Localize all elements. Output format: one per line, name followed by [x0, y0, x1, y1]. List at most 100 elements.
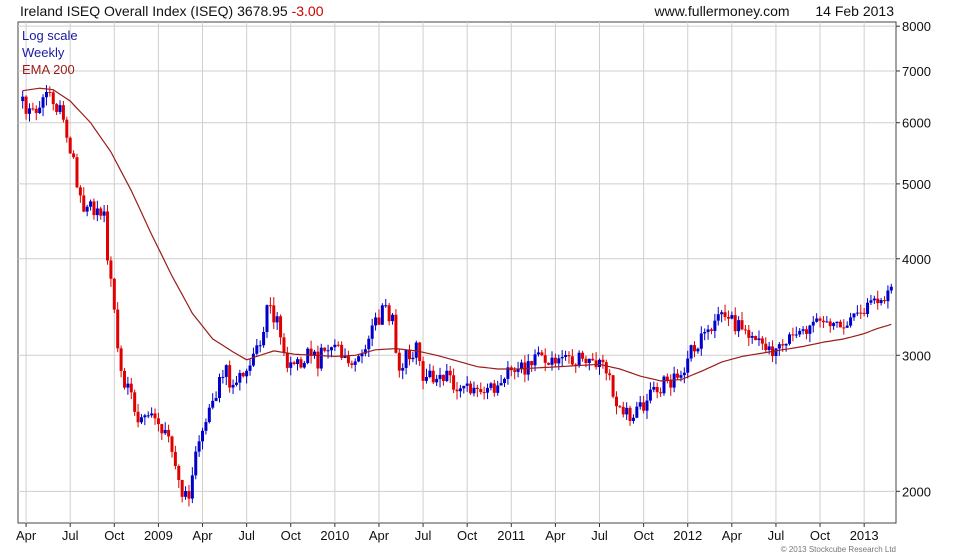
- candle-body: [631, 417, 635, 421]
- candle-body: [224, 365, 228, 377]
- candle-body: [760, 338, 764, 344]
- legend-log-scale: Log scale: [22, 28, 78, 43]
- candle-body: [618, 406, 622, 408]
- candle-body: [614, 396, 618, 407]
- candle-body: [587, 358, 591, 363]
- candle-body: [628, 407, 632, 421]
- candle-body: [655, 386, 659, 393]
- candle-body: [832, 323, 836, 327]
- candle-body: [533, 354, 537, 366]
- candle-body: [173, 451, 177, 466]
- x-tick-label: Apr: [722, 528, 743, 543]
- candle-body: [102, 211, 106, 216]
- candle-body: [82, 195, 86, 212]
- candle-body: [540, 352, 544, 356]
- candle-body: [513, 370, 517, 372]
- candle-body: [519, 362, 523, 370]
- candle-body: [743, 329, 747, 331]
- candle-body: [238, 373, 242, 383]
- candle-body: [550, 357, 554, 365]
- candle-body: [407, 349, 411, 360]
- candle-body: [441, 374, 445, 381]
- candle-body: [329, 347, 333, 351]
- candle-body: [693, 345, 697, 352]
- candle-body: [374, 317, 378, 326]
- candle-body: [713, 320, 717, 331]
- candle-body: [788, 334, 792, 344]
- candle-body: [723, 312, 727, 317]
- candle-body: [68, 137, 72, 154]
- candle-body: [61, 105, 65, 120]
- x-tick-label: 2012: [673, 528, 702, 543]
- candle-body: [801, 329, 805, 331]
- candle-body: [21, 96, 25, 102]
- candle-body: [611, 375, 615, 397]
- candle-body: [231, 384, 235, 388]
- candle-body: [560, 356, 564, 359]
- candle-body: [645, 400, 649, 411]
- candle-body: [197, 441, 201, 452]
- candle-body: [51, 92, 55, 105]
- candle-body: [411, 357, 415, 360]
- candle-body: [27, 108, 31, 114]
- candle-body: [414, 342, 418, 358]
- candle-body: [784, 343, 788, 346]
- candle-body: [794, 334, 798, 336]
- candle-body: [720, 312, 724, 315]
- candle-body: [781, 344, 785, 346]
- candle-body: [163, 429, 167, 434]
- website-link[interactable]: www.fullermoney.com: [654, 3, 789, 19]
- candle-body: [462, 385, 466, 389]
- candle-body: [686, 358, 690, 373]
- candle-body: [798, 330, 802, 335]
- candle-body: [581, 352, 585, 359]
- candle-body: [866, 302, 870, 314]
- candle-body: [791, 334, 795, 336]
- candle-body: [608, 373, 612, 376]
- candle-body: [387, 305, 391, 322]
- candle-body: [598, 359, 602, 368]
- x-tick-label: 2010: [320, 528, 349, 543]
- candle-body: [201, 430, 205, 442]
- candle-body: [150, 413, 154, 416]
- candle-body: [696, 348, 700, 352]
- candle-body: [879, 300, 883, 304]
- candle-body: [187, 490, 191, 499]
- candle-body: [122, 370, 126, 388]
- candle-body: [438, 374, 442, 379]
- candle-body: [482, 392, 486, 394]
- candle-body: [679, 375, 683, 378]
- candle-body: [709, 329, 713, 331]
- candle-body: [167, 429, 171, 437]
- candle-body: [353, 361, 357, 365]
- candle-body: [139, 417, 143, 423]
- candle-body: [401, 367, 405, 371]
- candle-body: [703, 332, 707, 334]
- candle-body: [547, 362, 551, 365]
- candle-body: [285, 352, 289, 368]
- candle-body: [180, 479, 184, 497]
- candle-body: [591, 358, 595, 361]
- candle-body: [258, 345, 262, 347]
- candle-body: [808, 325, 812, 334]
- candle-body: [876, 298, 880, 304]
- candle-body: [750, 335, 754, 338]
- candle-body: [872, 298, 876, 301]
- candle-body: [336, 344, 340, 346]
- candle-body: [177, 465, 181, 480]
- candle-body: [160, 424, 164, 434]
- candle-body: [65, 119, 69, 138]
- candle-body: [625, 407, 629, 415]
- candle-body: [852, 313, 856, 318]
- x-tick-label: Oct: [104, 528, 125, 543]
- candle-body: [496, 385, 500, 393]
- candle-body: [747, 330, 751, 338]
- candle-body: [577, 352, 581, 366]
- candle-body: [886, 290, 890, 302]
- candle-body: [241, 373, 245, 377]
- candle-body: [289, 362, 293, 368]
- candle-body: [377, 317, 381, 325]
- candle-body: [740, 320, 744, 330]
- candle-body: [326, 350, 330, 352]
- plot-area: [17, 21, 897, 524]
